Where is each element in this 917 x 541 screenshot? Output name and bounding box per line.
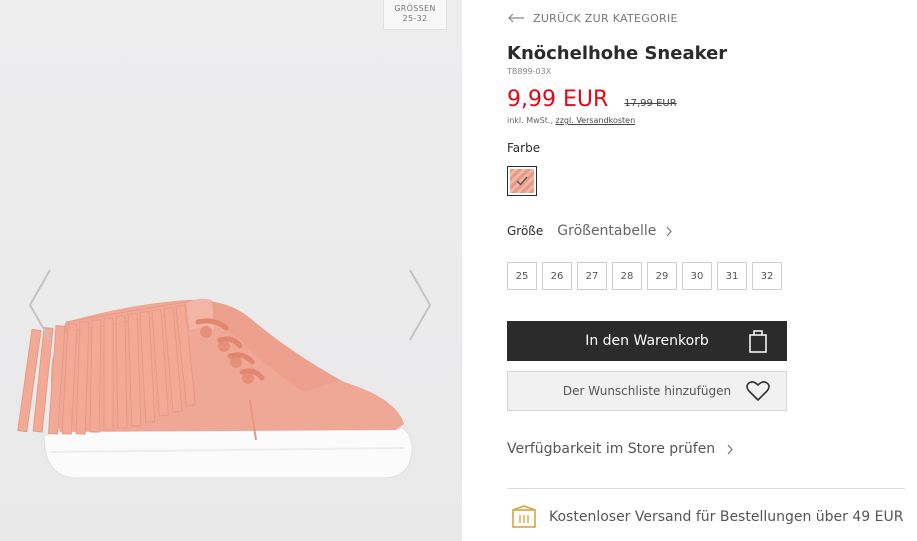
next-image-button[interactable] — [406, 268, 434, 342]
arrow-left-icon — [508, 13, 524, 23]
previous-image-button[interactable] — [26, 268, 54, 342]
size-option-29[interactable]: 29 — [647, 262, 677, 290]
store-availability-label: Verfügbarkeit im Store prüfen — [507, 441, 716, 457]
product-gallery: GRÖSSEN 25-32 — [0, 0, 462, 541]
free-shipping-text: Kostenloser Versand für Bestellungen übe… — [549, 509, 904, 525]
size-label: Größe — [507, 224, 544, 238]
size-badge-label: GRÖSSEN — [394, 4, 436, 13]
size-row: Größe Größentabelle — [507, 223, 673, 239]
shipping-costs-link[interactable]: zzgl. Versandkosten — [556, 116, 636, 125]
product-sku: TB899-03X — [507, 67, 552, 76]
color-swatch-pink[interactable] — [507, 166, 537, 196]
check-store-availability-link[interactable]: Verfügbarkeit im Store prüfen — [507, 441, 733, 457]
size-option-28[interactable]: 28 — [612, 262, 642, 290]
size-table-label: Größentabelle — [557, 223, 657, 239]
divider — [507, 488, 905, 489]
product-details: ZURÜCK ZUR KATEGORIE Knöchelhohe Sneaker… — [507, 0, 917, 541]
chevron-right-icon — [666, 226, 673, 236]
size-option-25[interactable]: 25 — [507, 262, 537, 290]
current-price: 9,99 EUR — [507, 87, 609, 112]
shopping-bag-icon — [749, 330, 767, 353]
chevron-right-icon — [727, 444, 733, 454]
chevron-left-icon — [28, 269, 51, 341]
checkmark-icon — [516, 176, 528, 186]
size-option-27[interactable]: 27 — [577, 262, 607, 290]
old-price: 17,99 EUR — [624, 98, 677, 109]
tax-note: inkl. MwSt., zzgl. Versandkosten — [507, 116, 635, 125]
price-row: 9,99 EUR 17,99 EUR — [507, 87, 677, 112]
add-to-wishlist-label: Der Wunschliste hinzufügen — [562, 384, 732, 398]
size-options: 25 26 27 28 29 30 31 32 — [507, 262, 787, 290]
color-label: Farbe — [507, 141, 541, 155]
delivery-box-icon — [512, 505, 536, 528]
tax-note-text: inkl. MwSt., — [507, 116, 553, 125]
size-table-link[interactable]: Größentabelle — [557, 223, 673, 239]
add-to-cart-button[interactable]: In den Warenkorb — [507, 321, 787, 361]
size-range-badge: GRÖSSEN 25-32 — [383, 0, 447, 30]
add-to-wishlist-button[interactable]: Der Wunschliste hinzufügen — [507, 371, 787, 411]
product-title: Knöchelhohe Sneaker — [507, 43, 728, 64]
size-badge-range: 25-32 — [402, 14, 428, 23]
add-to-cart-label: In den Warenkorb — [585, 333, 709, 349]
size-option-32[interactable]: 32 — [752, 262, 782, 290]
back-to-category-link[interactable]: ZURÜCK ZUR KATEGORIE — [507, 10, 678, 26]
heart-icon — [746, 381, 770, 401]
chevron-right-icon — [409, 269, 432, 341]
product-image — [17, 298, 413, 479]
size-option-30[interactable]: 30 — [682, 262, 712, 290]
size-option-31[interactable]: 31 — [717, 262, 747, 290]
back-link-label: ZURÜCK ZUR KATEGORIE — [533, 11, 678, 25]
free-shipping-info: Kostenloser Versand für Bestellungen übe… — [511, 505, 903, 529]
size-option-26[interactable]: 26 — [542, 262, 572, 290]
